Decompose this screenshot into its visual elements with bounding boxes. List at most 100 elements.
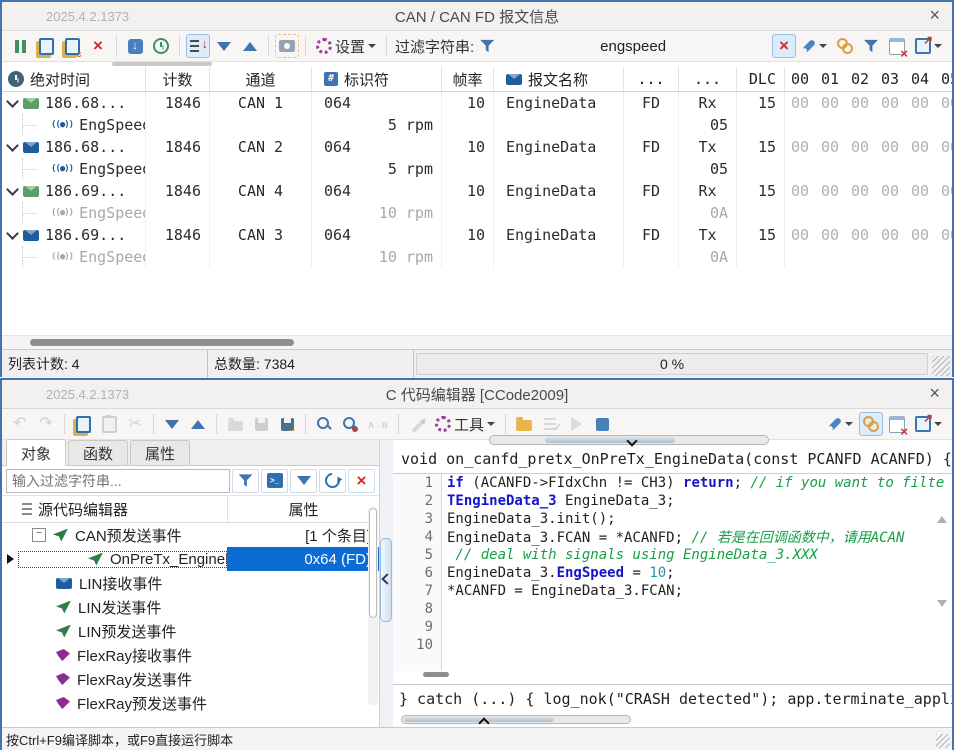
signal-row[interactable]: EngSpeed 5 rpm 05 xyxy=(2,158,952,180)
dock-bottom-button[interactable] xyxy=(123,34,147,58)
wrench-menu-button[interactable] xyxy=(798,34,831,58)
save-export-button[interactable] xyxy=(275,412,299,436)
pause-button[interactable] xyxy=(8,34,32,58)
column-header-dlc[interactable]: DLC xyxy=(737,67,785,91)
clear-table-button[interactable] xyxy=(885,34,909,61)
scrollbar-thumb[interactable] xyxy=(545,437,675,443)
panel-splitter[interactable] xyxy=(380,440,393,727)
undo-button[interactable] xyxy=(8,412,32,436)
tree-item[interactable]: FlexRay预发送事件 xyxy=(2,691,379,715)
tree-item[interactable]: LIN预发送事件 xyxy=(2,619,379,643)
code-line[interactable]: 8 xyxy=(393,600,952,618)
code-line[interactable]: 6 EngineData_3.EngSpeed = 10; xyxy=(393,564,952,582)
collapse-expander-icon[interactable]: − xyxy=(32,528,46,542)
clear-button[interactable] xyxy=(348,468,375,493)
paste-button[interactable] xyxy=(97,412,121,436)
copy-button[interactable] xyxy=(71,412,95,436)
link-toggle-button[interactable] xyxy=(859,412,883,436)
code-line[interactable]: 1 if (ACANFD->FIdxChn != CH3) return; // … xyxy=(393,474,952,492)
compile-check-button[interactable] xyxy=(538,412,562,436)
message-row[interactable]: 186.69... 1846 CAN 4 064 10 EngineData FD Rx 15 0… xyxy=(2,180,952,202)
column-header-dots1[interactable]: ... xyxy=(624,67,679,91)
message-row[interactable]: 186.68... 1846 CAN 1 064 10 EngineData FD Rx 15 0… xyxy=(2,92,952,114)
clock-button[interactable] xyxy=(149,34,173,58)
sort-newest-button[interactable] xyxy=(186,34,210,58)
code-line[interactable]: 10 xyxy=(393,636,952,654)
table-top-scrollbar[interactable] xyxy=(112,62,212,66)
code-text-area[interactable]: 1 if (ACANFD->FIdxChn != CH3) return; // … xyxy=(393,473,952,671)
filter-button[interactable] xyxy=(232,468,259,493)
console-button[interactable] xyxy=(261,468,288,493)
tree-vertical-scrollbar[interactable] xyxy=(368,506,378,706)
code-line[interactable]: 4 EngineData_3.FCAN = *ACANFD; // 若是在回调函数… xyxy=(393,528,952,546)
link-toggle-button[interactable] xyxy=(833,34,857,58)
resize-grip-icon[interactable] xyxy=(936,734,950,748)
scroll-down-button[interactable] xyxy=(160,412,184,436)
column-header-absolute-time[interactable]: 绝对时间 xyxy=(2,67,146,91)
tab-函数[interactable]: 函数 xyxy=(68,440,129,465)
signal-row[interactable]: EngSpeed 5 rpm 05 xyxy=(2,114,952,136)
tab-对象[interactable]: 对象 xyxy=(6,439,67,466)
tree-item[interactable]: FlexRay发送事件 xyxy=(2,667,379,691)
column-header-message-name[interactable]: 报文名称 xyxy=(494,67,624,91)
code-line[interactable]: 9 xyxy=(393,618,952,636)
chevron-down-icon[interactable] xyxy=(6,138,19,152)
close-button[interactable]: × xyxy=(925,382,944,404)
edit-pencil-button[interactable] xyxy=(405,412,429,436)
clear-filter-button[interactable] xyxy=(772,34,796,58)
folder-open-button[interactable] xyxy=(512,412,536,436)
redo-button[interactable] xyxy=(34,412,58,436)
code-editor-region[interactable]: void on_canfd_pretx_OnPreTx_EngineData(c… xyxy=(393,435,952,729)
signal-row[interactable]: EngSpeed 10 rpm 0A xyxy=(2,246,952,268)
chevron-down-icon[interactable] xyxy=(6,94,19,108)
scrollbar-thumb[interactable] xyxy=(369,508,377,618)
tree-item[interactable]: LIN接收事件 xyxy=(2,571,379,595)
message-row[interactable]: 186.69... 1846 CAN 3 064 10 EngineData FD Tx 15 0… xyxy=(2,224,952,246)
save-file-button[interactable] xyxy=(249,412,273,436)
code-line[interactable]: 2 TEngineData_3 EngineData_3; xyxy=(393,492,952,510)
tab-属性[interactable]: 属性 xyxy=(130,440,191,465)
tree-filter-input[interactable] xyxy=(6,468,230,493)
editor-top-scrollbar[interactable] xyxy=(489,435,769,447)
tree-item[interactable]: LIN发送事件 xyxy=(2,595,379,619)
delete-button[interactable] xyxy=(86,34,110,58)
replace-ab-button[interactable] xyxy=(364,412,392,436)
scrollbar-thumb[interactable] xyxy=(30,339,294,346)
scroll-down-button[interactable] xyxy=(212,34,236,58)
column-header-count[interactable]: 计数 xyxy=(146,67,210,91)
tree-item[interactable]: FlexRay接收事件 xyxy=(2,643,379,667)
open-file-button[interactable] xyxy=(223,412,247,436)
close-button[interactable]: × xyxy=(925,4,944,26)
column-header-dots2[interactable]: ... xyxy=(679,67,737,91)
filter-string-input[interactable] xyxy=(496,36,770,56)
resize-grip-icon[interactable] xyxy=(932,356,950,376)
code-horizontal-scroll-thumb[interactable] xyxy=(423,672,449,677)
column-header-channel[interactable]: 通道 xyxy=(210,67,312,91)
code-line[interactable]: 5 // deal with signals using EngineData_… xyxy=(393,546,952,564)
wrench-menu-button[interactable] xyxy=(824,412,857,436)
camera-button[interactable] xyxy=(275,34,299,58)
chevron-down-icon[interactable] xyxy=(6,182,19,196)
clear-table-button[interactable] xyxy=(885,412,909,439)
export-menu-button[interactable] xyxy=(911,33,946,58)
code-line[interactable]: 3 EngineData_3.init(); xyxy=(393,510,952,528)
tools-gear-button[interactable]: 工具 xyxy=(431,412,499,436)
copy-page-c-button[interactable] xyxy=(60,34,84,59)
chevron-down-icon[interactable] xyxy=(6,226,19,240)
signal-row[interactable]: EngSpeed 10 rpm 0A xyxy=(2,202,952,224)
column-header-data-bytes[interactable]: 00 01 02 03 04 05 xyxy=(785,67,952,91)
settings-gear-button[interactable]: 设置 xyxy=(312,34,380,58)
scroll-up-button[interactable] xyxy=(238,34,262,58)
run-button[interactable] xyxy=(564,412,588,436)
editor-bottom-scrollbar[interactable] xyxy=(401,715,631,729)
search-button[interactable] xyxy=(312,412,336,436)
scroll-down-button[interactable] xyxy=(290,468,317,493)
message-row[interactable]: 186.68... 1846 CAN 2 064 10 EngineData FD Tx 15 0… xyxy=(2,136,952,158)
column-header-frame-rate[interactable]: 帧率 xyxy=(442,67,494,91)
export-menu-button[interactable] xyxy=(911,411,946,436)
tree-item[interactable]: OnPreTx_EngineData0x64 (FD) xyxy=(2,547,379,571)
cut-button[interactable] xyxy=(123,412,147,436)
refresh-button[interactable] xyxy=(319,468,346,493)
code-line[interactable]: 7 *ACANFD = EngineData_3.FCAN; xyxy=(393,582,952,600)
scroll-up-button[interactable] xyxy=(186,412,210,436)
